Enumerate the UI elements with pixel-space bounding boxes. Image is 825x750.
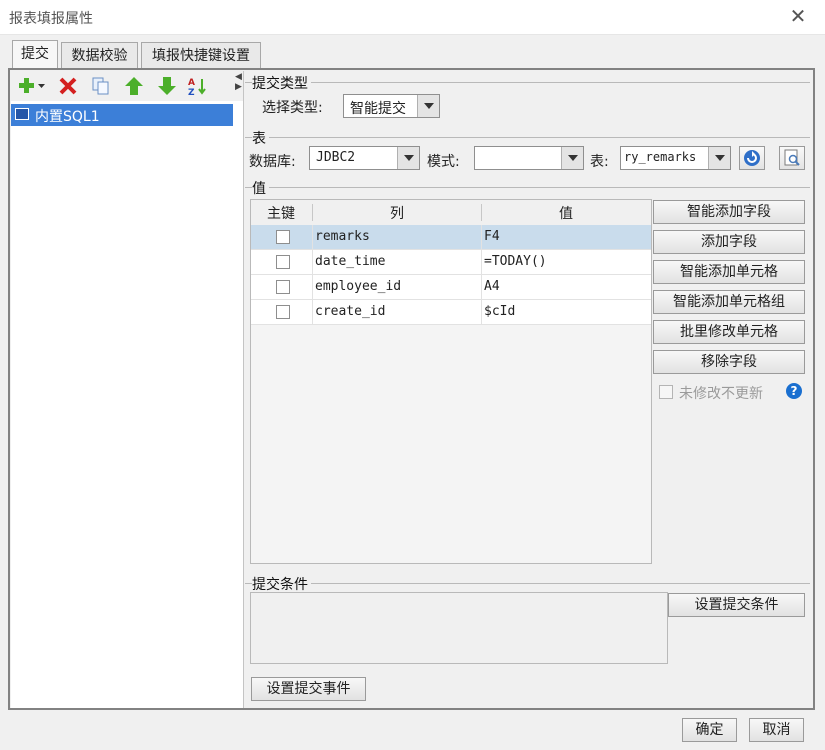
smart-add-field-button[interactable]: 智能添加字段 [653, 200, 805, 224]
submit-type-group-border [245, 82, 810, 83]
table-group-title: 表 [252, 128, 269, 148]
remove-field-button[interactable]: 移除字段 [653, 350, 805, 374]
table-group-border [245, 137, 810, 138]
help-icon[interactable]: ? [786, 383, 802, 399]
collapse-arrows-icon[interactable]: ◀ ▶ [235, 72, 242, 92]
select-type-label: 选择类型: [262, 100, 323, 116]
dialog: 报表填报属性 ✕ 提交 数据校验 填报快捷键设置 AZ 内置SQL1 ◀ ▶ 提… [0, 0, 825, 750]
sql-table-icon [15, 108, 29, 120]
no-update-label: 未修改不更新 [679, 386, 763, 402]
tab-shortcut-settings[interactable]: 填报快捷键设置 [141, 42, 261, 68]
title-bar: 报表填报属性 ✕ [0, 0, 825, 35]
list-toolbar: AZ [11, 71, 243, 101]
sort-icon[interactable]: AZ [187, 76, 209, 98]
table-row[interactable]: employee_id A4 [251, 275, 651, 300]
copy-icon[interactable] [90, 76, 112, 96]
value-cell[interactable]: F4 [484, 229, 500, 244]
value-cell[interactable]: $cId [484, 304, 515, 319]
tab-data-validation[interactable]: 数据校验 [61, 42, 138, 68]
primary-key-checkbox[interactable] [276, 255, 290, 269]
close-icon[interactable]: ✕ [787, 4, 809, 28]
cell-divider [312, 250, 313, 275]
header-column[interactable]: 列 [313, 203, 481, 223]
primary-key-checkbox[interactable] [276, 305, 290, 319]
tab-submit[interactable]: 提交 [12, 40, 58, 69]
set-submit-event-button[interactable]: 设置提交事件 [251, 677, 366, 701]
sql-list-panel: AZ 内置SQL1 [11, 71, 244, 708]
cell-divider [481, 275, 482, 300]
svg-text:Z: Z [188, 88, 195, 96]
header-value[interactable]: 值 [482, 203, 650, 223]
table-select[interactable]: ry_remarks [620, 146, 731, 170]
tree-item-label: 内置SQL1 [35, 109, 100, 125]
preview-icon [784, 149, 800, 166]
submit-type-group-title: 提交类型 [252, 73, 311, 93]
submit-type-value: 智能提交 [350, 101, 406, 117]
header-primary-key[interactable]: 主键 [261, 203, 301, 223]
database-value: JDBC2 [316, 150, 356, 165]
add-dropdown-icon[interactable] [17, 76, 47, 96]
preview-button[interactable] [779, 146, 805, 170]
condition-group-title: 提交条件 [252, 574, 311, 594]
ok-button[interactable]: 确定 [682, 718, 737, 742]
values-group-border [245, 187, 810, 188]
table-row[interactable]: date_time =TODAY() [251, 250, 651, 275]
column-cell[interactable]: date_time [315, 254, 385, 269]
chevron-down-icon[interactable] [397, 147, 419, 169]
value-cell[interactable]: =TODAY() [484, 254, 547, 269]
cell-divider [312, 225, 313, 250]
window-title: 报表填报属性 [9, 11, 93, 27]
column-cell[interactable]: create_id [315, 304, 385, 319]
table-label: 表: [590, 154, 609, 170]
cell-divider [481, 300, 482, 325]
chevron-down-icon[interactable] [417, 95, 439, 117]
column-cell[interactable]: remarks [315, 229, 370, 244]
database-label: 数据库: [249, 154, 296, 170]
cancel-button[interactable]: 取消 [749, 718, 804, 742]
refresh-icon [744, 150, 760, 166]
fields-table: 主键 列 值 remarks F4 date_time =TODAY() emp… [250, 199, 652, 564]
batch-modify-cells-button[interactable]: 批里修改单元格 [653, 320, 805, 344]
condition-group-border [245, 583, 810, 584]
no-update-checkbox[interactable] [659, 385, 673, 399]
cell-divider [312, 275, 313, 300]
schema-label: 模式: [427, 154, 460, 170]
values-group-title: 值 [252, 178, 269, 198]
primary-key-checkbox[interactable] [276, 280, 290, 294]
chevron-down-icon[interactable] [561, 147, 583, 169]
schema-select[interactable] [474, 146, 584, 170]
refresh-button[interactable] [739, 146, 765, 170]
database-select[interactable]: JDBC2 [309, 146, 420, 170]
table-row[interactable]: remarks F4 [251, 225, 651, 250]
svg-text:A: A [188, 78, 195, 88]
table-header: 主键 列 值 [251, 200, 651, 226]
add-field-button[interactable]: 添加字段 [653, 230, 805, 254]
set-condition-button[interactable]: 设置提交条件 [668, 593, 805, 617]
table-row[interactable]: create_id $cId [251, 300, 651, 325]
smart-add-cell-group-button[interactable]: 智能添加单元格组 [653, 290, 805, 314]
submit-type-select[interactable]: 智能提交 [343, 94, 440, 118]
smart-add-cell-button[interactable]: 智能添加单元格 [653, 260, 805, 284]
move-down-icon[interactable] [156, 76, 178, 96]
cell-divider [312, 300, 313, 325]
primary-key-checkbox[interactable] [276, 230, 290, 244]
move-up-icon[interactable] [123, 76, 145, 96]
value-cell[interactable]: A4 [484, 279, 500, 294]
tree-item-sql1[interactable]: 内置SQL1 [11, 104, 233, 126]
chevron-down-icon[interactable] [708, 147, 730, 169]
cell-divider [481, 250, 482, 275]
column-cell[interactable]: employee_id [315, 279, 401, 294]
cell-divider [481, 225, 482, 250]
table-value: ry_remarks [624, 150, 697, 164]
condition-display [250, 592, 668, 664]
delete-icon[interactable] [57, 76, 79, 96]
